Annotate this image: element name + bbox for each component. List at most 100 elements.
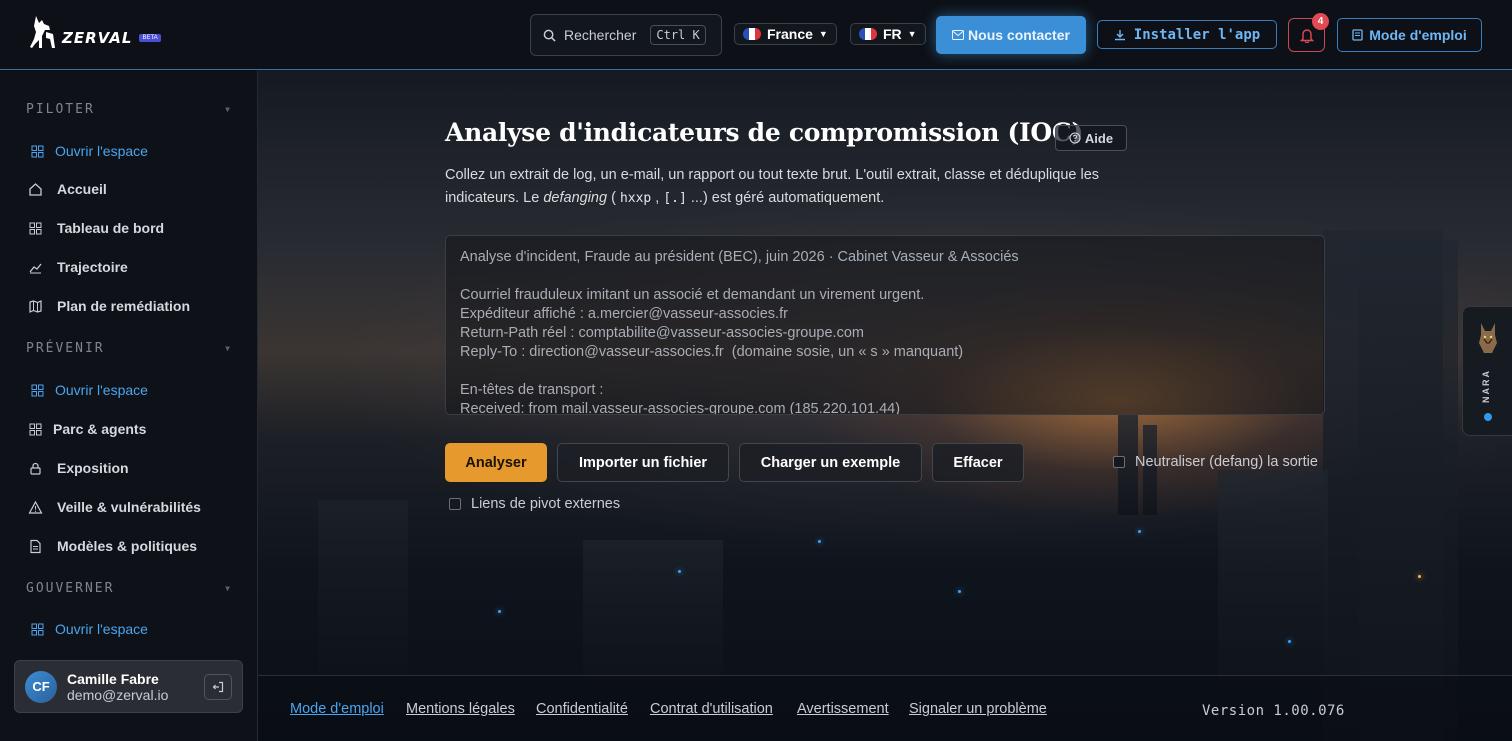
footer-link-report-issue[interactable]: Signaler un problème: [909, 701, 1047, 717]
guide-label: Mode d'emploi: [1369, 27, 1467, 43]
open-space-piloter[interactable]: Ouvrir l'espace: [30, 143, 148, 159]
sidebar-item-accueil[interactable]: Accueil: [28, 181, 107, 197]
logout-icon: [212, 681, 224, 693]
search-button[interactable]: Rechercher Ctrl K: [530, 14, 722, 56]
country-value: France: [767, 26, 813, 42]
description-text: ,: [651, 190, 664, 206]
section-header-prevenir[interactable]: PRÉVENIR ▼: [26, 341, 232, 356]
lynx-logo-icon: [30, 16, 55, 48]
open-space-label: Ouvrir l'espace: [55, 143, 148, 159]
search-shortcut: Ctrl K: [650, 25, 706, 45]
avatar[interactable]: CF: [25, 670, 57, 703]
sidebar-item-parc-agents[interactable]: Parc & agents: [28, 421, 146, 437]
defang-output-checkbox[interactable]: Neutraliser (defang) la sortie: [1113, 454, 1318, 470]
bell-icon: [1299, 28, 1314, 43]
section-title: GOUVERNER: [26, 581, 115, 596]
trend-icon: [29, 263, 42, 273]
beta-badge: BETA: [139, 34, 161, 42]
section-title: PRÉVENIR: [26, 341, 105, 356]
page-description: Collez un extrait de log, un e-mail, un …: [445, 164, 1165, 210]
top-bar: ZERVAL BETA Rechercher Ctrl K France ▼ F…: [0, 0, 1512, 70]
sidebar-item-plan-de-remediation[interactable]: Plan de remédiation: [28, 298, 190, 314]
sidebar-item-exposition[interactable]: Exposition: [28, 460, 129, 476]
notification-count-badge: 4: [1312, 13, 1329, 30]
footer-link-privacy[interactable]: Confidentialité: [536, 701, 628, 717]
notifications-button[interactable]: 4: [1288, 13, 1329, 52]
download-icon: [1114, 29, 1125, 40]
sidebar-item-label: Accueil: [57, 181, 107, 197]
footer-link-terms[interactable]: Contrat d'utilisation: [650, 701, 773, 717]
france-flag-icon: [743, 28, 761, 40]
help-button[interactable]: Aide: [1055, 125, 1127, 151]
footer: Mode d'emploi Mentions légales Confident…: [258, 675, 1512, 741]
sidebar-item-modeles-politiques[interactable]: Modèles & politiques: [28, 538, 197, 554]
help-circle-icon: [1069, 132, 1081, 144]
pivot-label: Liens de pivot externes: [471, 496, 621, 512]
logout-button[interactable]: [204, 674, 232, 700]
install-app-button[interactable]: Installer l'app: [1097, 20, 1277, 49]
devices-icon: [29, 423, 42, 435]
logo-text: ZERVAL: [62, 29, 133, 47]
sidebar-item-trajectoire[interactable]: Trajectoire: [28, 259, 128, 275]
ioc-input-textarea[interactable]: Analyse d'incident, Fraude au président …: [445, 235, 1325, 415]
document-icon: [30, 539, 41, 553]
home-icon: [29, 182, 42, 196]
sidebar-item-label: Veille & vulnérabilités: [57, 499, 201, 515]
contact-label: Nous contacter: [968, 27, 1070, 43]
search-icon: [543, 29, 556, 42]
checkbox-box[interactable]: [449, 498, 461, 510]
sidebar-item-tableau-de-bord[interactable]: Tableau de bord: [28, 220, 164, 236]
sidebar-item-label: Tableau de bord: [57, 220, 165, 236]
description-code: [.]: [663, 191, 687, 206]
france-flag-icon: [859, 28, 877, 40]
open-space-label: Ouvrir l'espace: [55, 382, 148, 398]
caret-down-icon: ▼: [225, 105, 232, 114]
footer-link-guide[interactable]: Mode d'emploi: [290, 701, 384, 717]
user-email: demo@zerval.io: [67, 686, 169, 703]
contact-button[interactable]: Nous contacter: [936, 16, 1086, 54]
load-example-button[interactable]: Charger un exemple: [739, 443, 922, 482]
sidebar-item-label: Parc & agents: [53, 421, 147, 437]
dashboard-icon: [29, 222, 42, 234]
description-code: hxxp: [619, 191, 652, 206]
analyze-button[interactable]: Analyser: [445, 443, 547, 482]
description-text: ...) est géré automatiquement.: [686, 190, 885, 206]
mail-icon: [952, 30, 965, 40]
grid-icon: [31, 623, 44, 635]
caret-down-icon: ▼: [225, 584, 232, 593]
sidebar-item-veille[interactable]: Veille & vulnérabilités: [28, 499, 201, 515]
section-header-gouverner[interactable]: GOUVERNER ▼: [26, 581, 232, 596]
import-file-button[interactable]: Importer un fichier: [557, 443, 729, 482]
sidebar-item-label: Modèles & politiques: [57, 538, 198, 554]
sidebar-item-label: Trajectoire: [57, 259, 128, 275]
warning-icon: [28, 500, 43, 514]
footer-link-legal[interactable]: Mentions légales: [406, 701, 515, 717]
version-label: Version 1.00.076: [1202, 703, 1345, 719]
country-select[interactable]: France ▼: [734, 23, 837, 45]
user-card: CF Camille Fabre demo@zerval.io: [14, 660, 243, 713]
section-header-piloter[interactable]: PILOTER ▼: [26, 102, 232, 117]
search-label: Rechercher: [564, 27, 637, 43]
help-label: Aide: [1084, 130, 1114, 146]
guide-button[interactable]: Mode d'emploi: [1337, 18, 1482, 52]
user-name: Camille Fabre: [67, 670, 159, 687]
sidebar-item-label: Plan de remédiation: [57, 298, 191, 314]
clear-button[interactable]: Effacer: [932, 443, 1024, 482]
nara-assistant-tab[interactable]: NARA: [1462, 306, 1512, 436]
map-icon: [29, 299, 42, 313]
logo[interactable]: ZERVAL BETA: [28, 14, 161, 50]
page-title: Analyse d'indicateurs de compromission (…: [445, 118, 1084, 147]
checkbox-box[interactable]: [1113, 456, 1125, 468]
pivot-links-checkbox[interactable]: Liens de pivot externes: [449, 496, 620, 512]
language-value: FR: [883, 26, 902, 42]
book-icon: [1352, 29, 1363, 41]
sidebar-item-label: Exposition: [57, 460, 129, 476]
chevron-down-icon: ▼: [818, 29, 828, 39]
chevron-down-icon: ▼: [907, 29, 917, 39]
open-space-gouverner[interactable]: Ouvrir l'espace: [30, 621, 148, 637]
footer-link-disclaimer[interactable]: Avertissement: [797, 701, 889, 717]
defang-label: Neutraliser (defang) la sortie: [1135, 454, 1318, 470]
language-select[interactable]: FR ▼: [850, 23, 926, 45]
open-space-label: Ouvrir l'espace: [55, 621, 148, 637]
open-space-prevenir[interactable]: Ouvrir l'espace: [30, 382, 148, 398]
